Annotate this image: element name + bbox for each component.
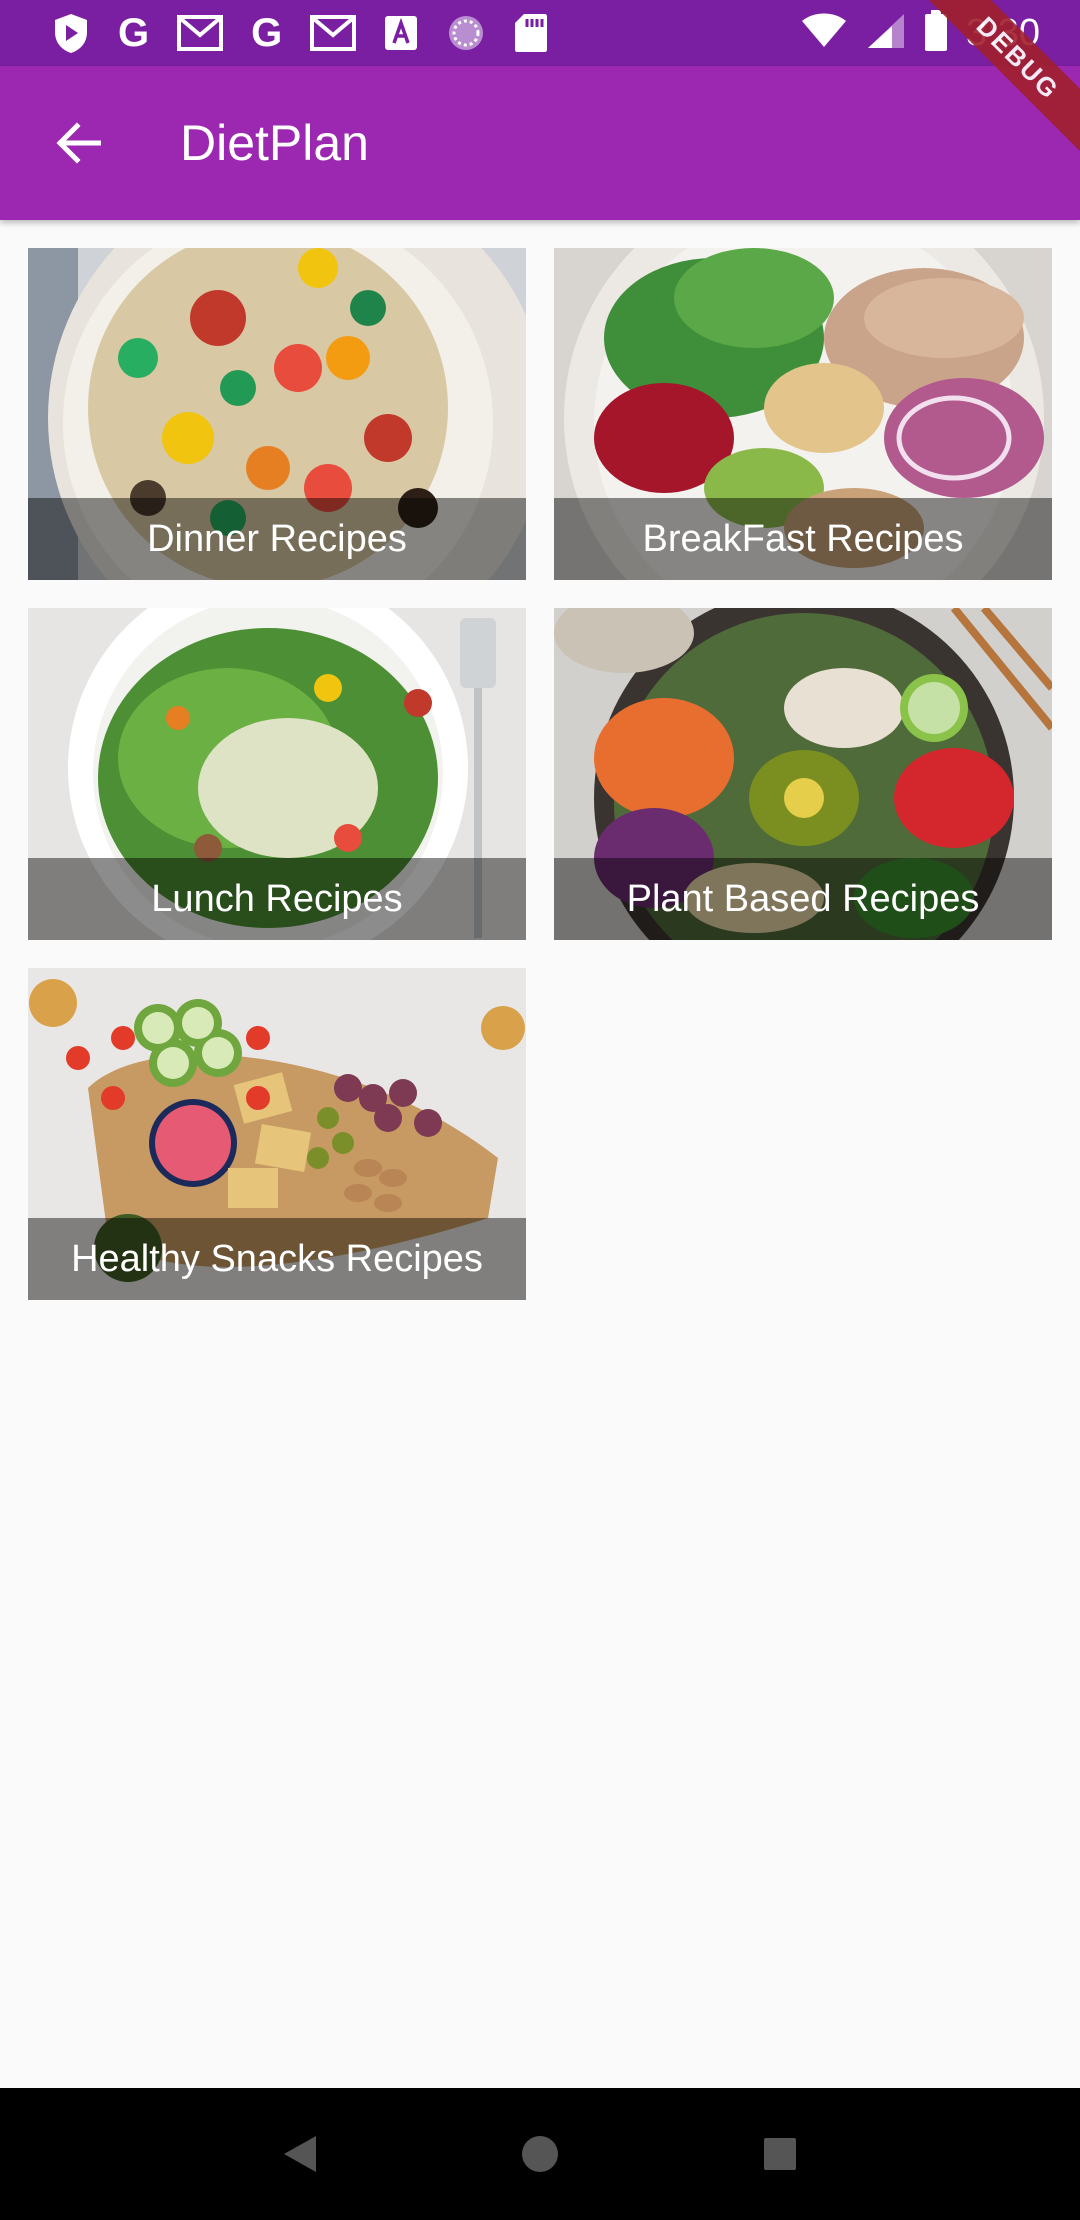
- nav-back-button[interactable]: [255, 2109, 345, 2199]
- back-button[interactable]: [40, 105, 116, 181]
- category-label: Healthy Snacks Recipes: [28, 1218, 526, 1300]
- recents-square-icon: [764, 2138, 796, 2170]
- status-bar: G G 3:30: [0, 0, 1080, 66]
- page-title: DietPlan: [180, 115, 369, 171]
- battery-icon: [924, 9, 948, 57]
- home-circle-icon: [522, 2136, 558, 2172]
- app-bar: DietPlan: [0, 66, 1080, 220]
- google-icon: G: [251, 11, 283, 55]
- category-label: Plant Based Recipes: [554, 858, 1052, 940]
- category-label: Dinner Recipes: [28, 498, 526, 580]
- category-card-dinner[interactable]: Dinner Recipes: [28, 248, 526, 580]
- category-card-plant-based[interactable]: Plant Based Recipes: [554, 608, 1052, 940]
- category-card-lunch[interactable]: Lunch Recipes: [28, 608, 526, 940]
- category-grid: Dinner Recipes BreakFast Recipes Lunch R…: [28, 248, 1052, 1300]
- back-triangle-icon: [284, 2136, 316, 2172]
- font-download-icon: [384, 11, 418, 55]
- nav-recents-button[interactable]: [735, 2109, 825, 2199]
- wifi-icon: [800, 13, 848, 54]
- nav-home-button[interactable]: [495, 2109, 585, 2199]
- loading-circle-icon: [446, 11, 486, 55]
- category-card-snacks[interactable]: Healthy Snacks Recipes: [28, 968, 526, 1300]
- signal-icon: [866, 12, 906, 55]
- shield-icon: [52, 11, 90, 55]
- category-label: Lunch Recipes: [28, 858, 526, 940]
- gmail-icon: [177, 11, 224, 55]
- sd-card-icon: [514, 11, 548, 55]
- gmail-icon: [310, 11, 357, 55]
- category-card-breakfast[interactable]: BreakFast Recipes: [554, 248, 1052, 580]
- notification-icons: G G: [52, 11, 548, 55]
- google-icon: G: [118, 11, 150, 55]
- arrow-back-icon: [56, 122, 101, 164]
- category-label: BreakFast Recipes: [554, 498, 1052, 580]
- system-nav-bar: [0, 2088, 1080, 2220]
